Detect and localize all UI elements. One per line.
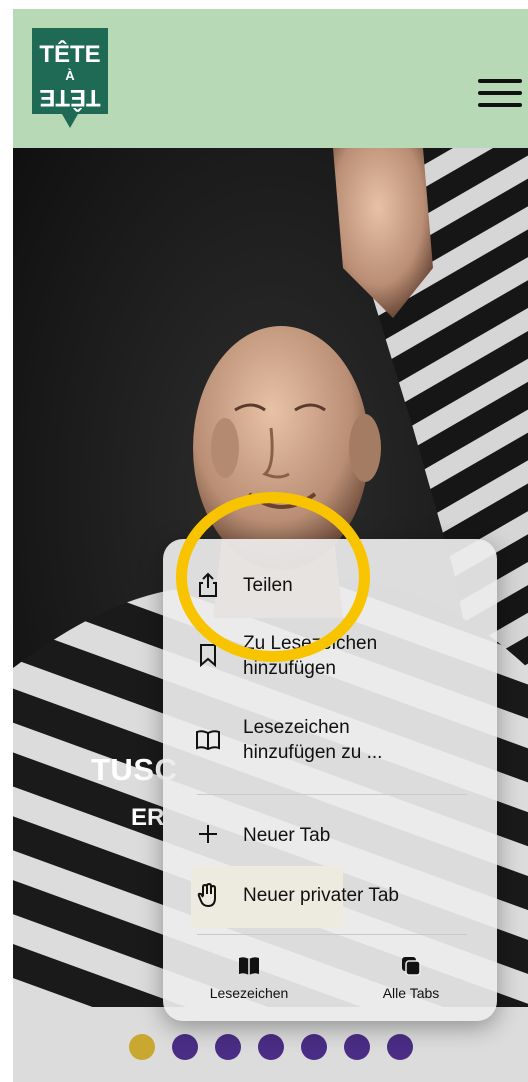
carousel-dot[interactable] xyxy=(214,1034,241,1060)
tete-a-tete-logo[interactable]: TÊTE À TÊTE xyxy=(30,26,110,130)
bookmarks-button[interactable]: Lesezeichen xyxy=(189,953,309,1007)
carousel-dot[interactable] xyxy=(300,1034,327,1060)
menu-item-new-private-tab[interactable]: Neuer privater Tab xyxy=(163,875,497,915)
menu-separator xyxy=(197,794,467,795)
carousel-dots xyxy=(13,1034,528,1060)
book-icon xyxy=(193,729,223,751)
menu-item-label: Lesezeichen hinzufügen zu ... xyxy=(243,717,383,763)
menu-item-add-bookmark-to[interactable]: Lesezeichen hinzufügen zu ... xyxy=(163,709,497,773)
menu-item-new-tab[interactable]: Neuer Tab xyxy=(163,815,497,855)
menu-separator xyxy=(197,934,467,935)
hero-subtitle: ER xyxy=(131,804,165,831)
bookmarks-icon xyxy=(189,953,309,979)
hamburger-icon[interactable] xyxy=(478,79,522,107)
bookmark-icon xyxy=(193,643,223,667)
carousel-dot[interactable] xyxy=(128,1034,155,1060)
menu-item-label: Teilen xyxy=(243,575,293,596)
menu-item-add-bookmark[interactable]: Zu Lesezeichen hinzufügen xyxy=(163,625,497,689)
menu-item-label: Neuer Tab xyxy=(243,825,331,846)
logo-line3: TÊTE xyxy=(39,84,100,112)
tabs-icon xyxy=(351,953,471,979)
menu-item-share[interactable]: Teilen xyxy=(163,565,497,605)
bookmarks-label: Lesezeichen xyxy=(209,985,289,1001)
long-press-context-menu: Teilen Zu Lesezeichen hinzufügen Lesezei… xyxy=(163,539,497,1021)
all-tabs-label: Alle Tabs xyxy=(382,985,440,1001)
site-header: TÊTE À TÊTE xyxy=(13,9,528,148)
browser-viewport: TÊTE À TÊTE TUSC ER Teilen Zu Lesezeiche… xyxy=(13,9,528,1082)
plus-icon xyxy=(193,823,223,845)
carousel-dot[interactable] xyxy=(386,1034,413,1060)
hand-icon xyxy=(193,882,223,908)
carousel-dot[interactable] xyxy=(343,1034,370,1060)
menu-item-label: Neuer privater Tab xyxy=(243,885,399,906)
carousel-dot[interactable] xyxy=(257,1034,284,1060)
carousel-dot[interactable] xyxy=(171,1034,198,1060)
menu-item-label: Zu Lesezeichen hinzufügen xyxy=(243,633,378,679)
all-tabs-button[interactable]: Alle Tabs xyxy=(351,953,471,1007)
logo-line1: TÊTE xyxy=(39,40,100,68)
logo-line2: À xyxy=(65,68,75,83)
share-icon xyxy=(193,572,223,598)
